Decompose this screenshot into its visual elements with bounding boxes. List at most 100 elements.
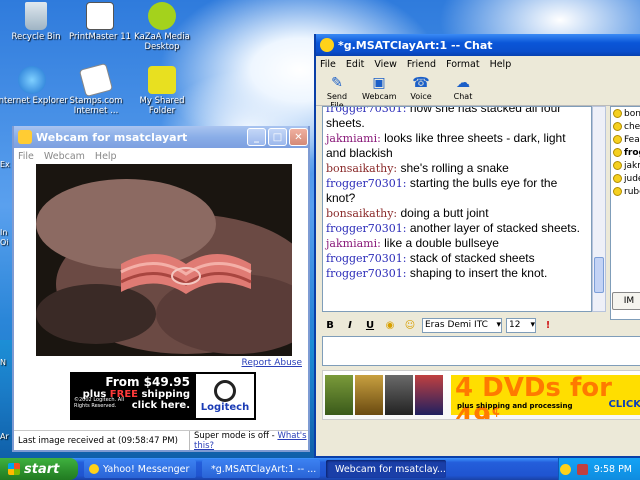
task-label: Webcam for msatclay...	[335, 463, 446, 475]
printmaster-icon	[86, 2, 114, 30]
message-nick[interactable]: bonsaikathy:	[326, 207, 397, 220]
user-list-item[interactable]: jakmia	[611, 159, 640, 172]
user-list-item[interactable]: chelyh	[611, 120, 640, 133]
logitech-brand: Logitech	[200, 401, 250, 413]
format-toolbar: B I U ◉ ☺ Eras Demi ITC ▾ 12 ▾ !	[322, 316, 640, 334]
clock[interactable]: 9:58 PM	[594, 464, 632, 475]
logitech-eye-icon	[214, 379, 236, 402]
report-abuse-link[interactable]: Report Abuse	[242, 358, 303, 368]
user-list-item[interactable]: bonsa	[611, 107, 640, 120]
message-nick[interactable]: frogger70301:	[326, 267, 407, 280]
menu-view[interactable]: View	[374, 59, 397, 70]
start-button[interactable]: start	[0, 458, 78, 480]
menu-help[interactable]: Help	[490, 59, 512, 70]
desktop-icon-recycle-bin[interactable]: Recycle Bin	[0, 2, 72, 42]
color-picker-icon[interactable]: ◉	[382, 320, 398, 331]
message-input[interactable]	[322, 336, 640, 366]
chat-button[interactable]: ☁ Chat	[446, 74, 480, 103]
desktop-icon-label: Stamps.com Internet ...	[69, 96, 123, 116]
window-title: *g.MSATClayArt:1 -- Chat	[338, 38, 493, 52]
chat-message: frogger70301: stack of stacked sheets	[326, 251, 588, 266]
user-list-item[interactable]: frogg	[611, 146, 640, 159]
message-text: she's rolling a snake	[400, 161, 509, 175]
bold-button[interactable]: B	[322, 320, 338, 331]
user-list-item[interactable]: jude	[611, 172, 640, 185]
scrollbar-thumb[interactable]	[594, 257, 604, 293]
network-tray-icon[interactable]	[576, 463, 588, 475]
maximize-button[interactable]: □	[268, 128, 287, 146]
dvd-ad-banner[interactable]: 4 DVDs for 49¢ plus shipping and process…	[322, 370, 640, 420]
font-size-select[interactable]: 12 ▾	[506, 317, 536, 333]
user-name: Fearle	[624, 134, 640, 145]
emoticon-icon[interactable]: ☺	[402, 320, 418, 331]
task-webcam[interactable]: Webcam for msatclay...	[326, 460, 446, 478]
webcam-button[interactable]: ▣ Webcam	[362, 74, 397, 103]
font-value: Eras Demi ITC	[425, 320, 488, 330]
user-list-item[interactable]: Fearle	[611, 133, 640, 146]
menu-friend[interactable]: Friend	[407, 59, 436, 70]
messenger-tray-icon[interactable]	[559, 463, 571, 475]
stamps-icon	[78, 62, 114, 98]
yahoo-smiley-icon	[320, 38, 334, 52]
message-nick[interactable]: jakmiami:	[326, 237, 381, 250]
tool-label: Chat	[453, 92, 473, 101]
voice-icon: ☎	[412, 75, 430, 91]
chat-window: *g.MSATClayArt:1 -- Chat File Edit View …	[314, 34, 640, 458]
message-nick[interactable]: frogger70301:	[326, 222, 407, 235]
message-text: another layer of stacked sheets.	[409, 221, 580, 235]
message-nick[interactable]: bonsaikathy:	[326, 162, 397, 175]
desktop-icon-internet-explorer[interactable]: Internet Explorer	[0, 66, 68, 106]
conversation-pane: frogger70301: how she has stacked all fo…	[322, 106, 592, 312]
start-label: start	[24, 461, 60, 477]
webcam-titlebar[interactable]: Webcam for msatclayart _ □ ✕	[14, 126, 308, 148]
message-nick[interactable]: frogger70301:	[326, 252, 407, 265]
dvd-click: CLICK	[608, 399, 640, 410]
chat-titlebar[interactable]: *g.MSATClayArt:1 -- Chat	[316, 34, 640, 56]
voice-button[interactable]: ☎ Voice	[404, 74, 438, 103]
chat-menubar: File Edit View Friend Format Help	[316, 56, 640, 72]
message-nick[interactable]: frogger70301:	[326, 177, 407, 190]
ignore-icon[interactable]: !	[540, 320, 556, 331]
tool-label: Webcam	[362, 92, 397, 101]
menu-webcam[interactable]: Webcam	[44, 151, 85, 162]
send-file-button[interactable]: ✎Send File	[320, 74, 354, 110]
desktop-icon-shared-folder[interactable]: My Shared Folder	[126, 66, 198, 116]
webcam-statusbar: Last image received at (09:58:47 PM) Sup…	[14, 430, 308, 451]
close-button[interactable]: ✕	[289, 128, 308, 146]
user-status-icon	[613, 122, 622, 131]
desktop-edge-label: Ex	[0, 160, 10, 169]
menu-help[interactable]: Help	[95, 151, 117, 162]
im-button[interactable]: IM	[612, 292, 640, 310]
user-name: chelyh	[624, 121, 640, 132]
logitech-logo: Logitech	[196, 374, 254, 418]
desktop-icon-stamps[interactable]: Stamps.com Internet ...	[60, 62, 132, 116]
desktop-icon-label: PrintMaster 11	[68, 32, 132, 42]
message-nick[interactable]: frogger70301:	[326, 107, 407, 115]
user-list-item[interactable]: rubens	[611, 185, 640, 198]
ad-price: From $49.95	[105, 375, 190, 389]
desktop-icon-kazaa[interactable]: KaZaA Media Desktop	[126, 2, 198, 52]
italic-button[interactable]: I	[342, 320, 358, 331]
font-size-value: 12	[509, 320, 521, 330]
chat-message: frogger70301: how she has stacked all fo…	[326, 107, 588, 131]
chevron-down-icon: ▾	[496, 320, 501, 330]
webcam-window: Webcam for msatclayart _ □ ✕ File Webcam…	[12, 126, 310, 452]
user-status-icon	[613, 148, 622, 157]
menu-file[interactable]: File	[320, 59, 336, 70]
desktop-edge-label: Ar	[0, 432, 9, 441]
task-yahoo-messenger[interactable]: Yahoo! Messenger	[84, 460, 196, 478]
task-chat[interactable]: *g.MSATClayArt:1 -- ...	[202, 460, 320, 478]
menu-format[interactable]: Format	[446, 59, 479, 70]
menu-edit[interactable]: Edit	[346, 59, 364, 70]
user-name: bonsa	[624, 108, 640, 119]
user-status-icon	[613, 161, 622, 170]
message-nick[interactable]: jakmiami:	[326, 132, 381, 145]
minimize-button[interactable]: _	[247, 128, 266, 146]
message-text: like a double bullseye	[384, 236, 499, 250]
menu-file[interactable]: File	[18, 151, 34, 162]
conversation-scrollbar[interactable]	[592, 106, 606, 312]
font-select[interactable]: Eras Demi ITC ▾	[422, 317, 502, 333]
dvd-cover	[355, 375, 383, 415]
underline-button[interactable]: U	[362, 320, 378, 331]
logitech-ad-banner[interactable]: From $49.95 plus FREE shipping click her…	[70, 372, 256, 420]
